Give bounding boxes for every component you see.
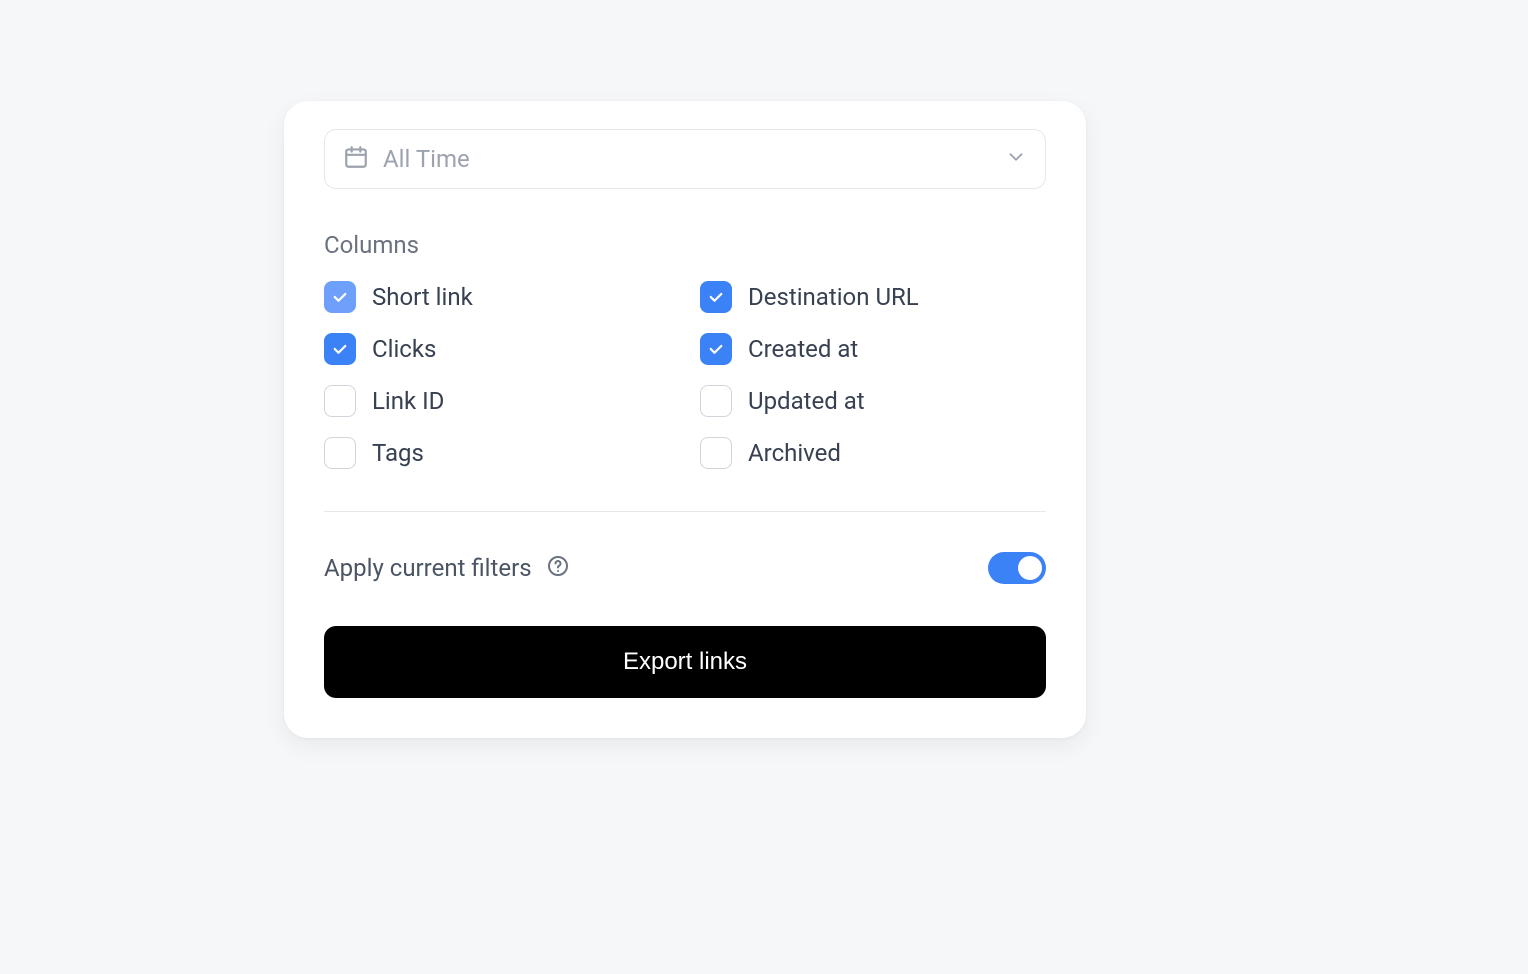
column-checkbox-item[interactable]: Clicks xyxy=(324,333,670,365)
column-checkbox-item[interactable]: Created at xyxy=(700,333,1046,365)
calendar-icon xyxy=(343,144,369,174)
filters-label-group: Apply current filters xyxy=(324,554,570,582)
chevron-down-icon xyxy=(1005,146,1027,172)
checkbox[interactable] xyxy=(700,333,732,365)
column-label: Destination URL xyxy=(748,283,919,311)
checkbox[interactable] xyxy=(324,437,356,469)
check-icon xyxy=(331,288,349,306)
check-icon xyxy=(707,340,725,358)
columns-grid: Short link Destination URL Clicks Created a… xyxy=(324,281,1046,469)
column-label: Created at xyxy=(748,335,858,363)
filters-toggle[interactable] xyxy=(988,552,1046,584)
column-label: Clicks xyxy=(372,335,436,363)
checkbox[interactable] xyxy=(700,437,732,469)
column-label: Link ID xyxy=(372,387,444,415)
time-range-select[interactable]: All Time xyxy=(324,129,1046,189)
checkbox[interactable] xyxy=(700,281,732,313)
checkbox[interactable] xyxy=(700,385,732,417)
checkbox[interactable] xyxy=(324,333,356,365)
column-checkbox-item[interactable]: Archived xyxy=(700,437,1046,469)
check-icon xyxy=(331,340,349,358)
filters-label: Apply current filters xyxy=(324,554,532,582)
column-checkbox-item[interactable]: Destination URL xyxy=(700,281,1046,313)
column-label: Updated at xyxy=(748,387,865,415)
checkbox[interactable] xyxy=(324,385,356,417)
column-label: Short link xyxy=(372,283,473,311)
column-checkbox-item[interactable]: Updated at xyxy=(700,385,1046,417)
column-checkbox-item[interactable]: Link ID xyxy=(324,385,670,417)
checkbox[interactable] xyxy=(324,281,356,313)
time-range-label: All Time xyxy=(383,145,991,173)
export-button[interactable]: Export links xyxy=(324,626,1046,698)
toggle-knob xyxy=(1018,556,1042,580)
check-icon xyxy=(707,288,725,306)
column-checkbox-item[interactable]: Short link xyxy=(324,281,670,313)
export-modal: All Time Columns Short link Destination U… xyxy=(284,101,1086,738)
filters-row: Apply current filters xyxy=(324,552,1046,584)
column-label: Tags xyxy=(372,439,424,467)
columns-section-label: Columns xyxy=(324,231,1046,259)
help-icon[interactable] xyxy=(546,554,570,582)
divider xyxy=(324,511,1046,512)
column-label: Archived xyxy=(748,439,841,467)
column-checkbox-item[interactable]: Tags xyxy=(324,437,670,469)
